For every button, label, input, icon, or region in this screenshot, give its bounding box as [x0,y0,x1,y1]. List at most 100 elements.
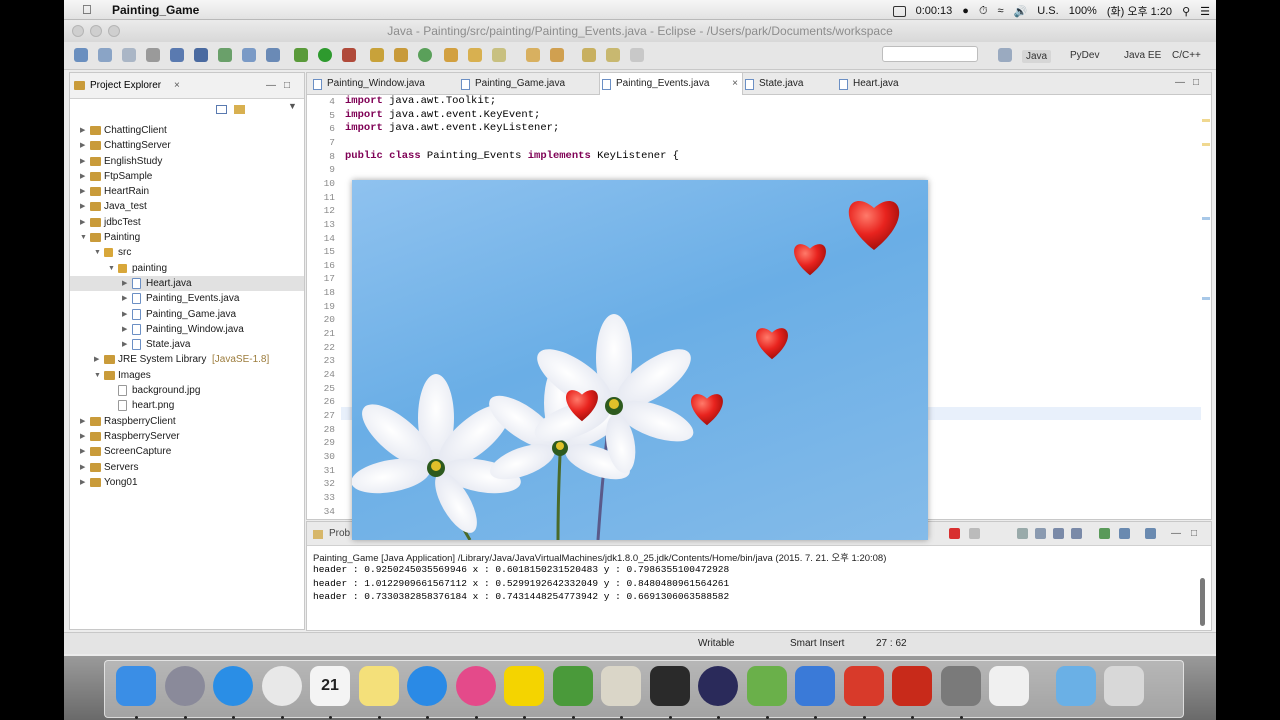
tree-item[interactable]: ▶ Java_test [70,199,304,214]
overview-marker[interactable] [1202,119,1210,122]
expand-triangle-icon[interactable]: ▶ [80,199,85,214]
tree-item[interactable]: ▼ Images [70,368,304,383]
tree-item[interactable]: ▶ jdbcTest [70,215,304,230]
problems-tab-label[interactable]: Prob [329,528,350,539]
perspective-pydev[interactable]: PyDev [1070,50,1099,61]
notification-center-icon[interactable]: ☰ [1200,5,1210,18]
app-store-icon[interactable] [407,666,447,706]
word-wrap-icon[interactable] [1053,528,1064,539]
tree-item[interactable]: ▼ src [70,245,304,260]
annotation-next-icon[interactable] [492,48,506,62]
link-with-editor-icon[interactable] [234,105,245,114]
zoom-window-button[interactable] [108,25,120,37]
time-machine-icon[interactable]: ⏱ [979,5,988,18]
expand-triangle-icon[interactable]: ▶ [80,460,85,475]
android-studio-icon[interactable] [746,666,787,706]
tree-item[interactable]: ▶ Servers [70,460,304,475]
wifi-icon[interactable]: ≈ [998,5,1004,17]
evernote-icon[interactable] [552,666,593,706]
view-menu-icon[interactable]: ▼ [288,101,297,111]
expand-triangle-icon[interactable]: ▶ [80,444,85,459]
tree-item[interactable]: ▶ EnglishStudy [70,154,304,169]
overview-marker[interactable] [1202,143,1210,146]
chat-icon[interactable]: ● [962,5,969,17]
tree-item[interactable]: ▶ JRE System Library [JavaSE-1.8] [70,352,304,367]
open-type-icon[interactable] [170,48,184,62]
display-console-icon[interactable] [1119,528,1130,539]
tree-item[interactable]: background.jpg [70,383,304,398]
expand-triangle-icon[interactable]: ▶ [80,154,85,169]
expand-triangle-icon[interactable]: ▶ [80,215,85,230]
overview-marker[interactable] [1202,297,1210,300]
open-task-icon[interactable] [444,48,458,62]
tab-painting-events[interactable]: Painting_Events.java × [599,73,743,95]
tab-state[interactable]: State.java [743,73,833,95]
input-source-icon[interactable]: U.S. [1037,5,1058,17]
build-icon[interactable] [218,48,232,62]
expand-triangle-icon[interactable]: ▶ [80,184,85,199]
collapse-triangle-icon[interactable]: ▼ [94,245,101,260]
overview-marker[interactable] [1202,217,1210,220]
screen-recorder-icon[interactable] [892,5,906,17]
tree-item[interactable]: ▼ Painting [70,230,304,245]
tree-item[interactable]: ▶ RaspberryServer [70,429,304,444]
perspective-c-cpp[interactable]: C/C++ [1172,50,1201,61]
system-preferences-icon[interactable] [940,666,981,706]
terminate-icon[interactable] [949,528,960,539]
tree-item[interactable]: ▶ Heart.java [70,275,304,292]
new-java-project-icon[interactable] [370,48,384,62]
calendar-icon[interactable]: 21 [310,666,350,706]
debug-icon[interactable] [294,48,308,62]
expand-triangle-icon[interactable]: ▶ [122,322,127,337]
minimize-view-icon[interactable]: — [266,73,276,99]
tree-item[interactable]: ▶ RaspberryClient [70,414,304,429]
expand-triangle-icon[interactable]: ▶ [80,475,85,490]
external-tools-icon[interactable] [342,48,356,62]
filezilla-icon[interactable] [843,666,884,706]
console-scrollbar[interactable] [1200,578,1205,626]
maximize-console-icon[interactable]: □ [1191,522,1197,546]
photo-icon[interactable] [601,666,641,706]
expand-triangle-icon[interactable]: ▶ [80,429,85,444]
tab-painting-game[interactable]: Painting_Game.java [459,73,599,95]
console-output[interactable]: header : 0.9250245035569946 x : 0.601815… [313,564,729,605]
project-explorer-tab[interactable]: Project Explorer × — □ [70,73,304,99]
back-icon[interactable] [582,48,596,62]
itunes-icon[interactable] [455,666,496,706]
minimize-console-icon[interactable]: — [1171,522,1181,546]
kakaotalk-icon[interactable] [504,666,544,706]
next-annotation-icon[interactable] [526,48,540,62]
tree-item[interactable]: ▶ ChattingServer [70,138,304,153]
collapse-triangle-icon[interactable]: ▼ [80,230,87,245]
tree-item[interactable]: heart.png [70,398,304,413]
tree-item[interactable]: ▶ Painting_Game.java [70,307,304,322]
notes-icon[interactable] [358,666,399,706]
save-icon[interactable] [98,48,112,62]
close-window-button[interactable] [72,25,84,37]
expand-triangle-icon[interactable]: ▶ [122,337,127,352]
tree-item[interactable]: ▶ ScreenCapture [70,444,304,459]
perspective-java[interactable]: Java [1022,50,1052,63]
search-icon[interactable] [468,48,482,62]
minimize-editor-icon[interactable]: — [1175,77,1185,88]
expand-triangle-icon[interactable]: ▶ [94,352,99,367]
eclipse-icon[interactable] [698,666,738,706]
perspective-java-ee[interactable]: Java EE [1124,50,1161,61]
print-icon[interactable] [146,48,160,62]
expand-triangle-icon[interactable]: ▶ [122,291,127,306]
filezilla-icon[interactable] [892,666,932,706]
minimize-window-button[interactable] [90,25,102,37]
collapse-triangle-icon[interactable]: ▼ [108,261,115,276]
chrome-icon[interactable] [261,666,302,706]
expand-triangle-icon[interactable]: ▶ [80,138,85,153]
painting-game-window[interactable] [352,180,928,540]
maximize-view-icon[interactable]: □ [284,73,290,99]
previous-annotation-icon[interactable] [550,48,564,62]
close-view-icon[interactable]: × [174,73,180,99]
apple-menu-icon[interactable]:  [82,2,92,17]
collapse-all-icon[interactable] [216,105,227,114]
new-icon[interactable] [74,48,88,62]
open-perspective-icon[interactable] [998,48,1012,62]
save-all-icon[interactable] [122,48,136,62]
battery-percent[interactable]: 100% [1069,5,1097,17]
